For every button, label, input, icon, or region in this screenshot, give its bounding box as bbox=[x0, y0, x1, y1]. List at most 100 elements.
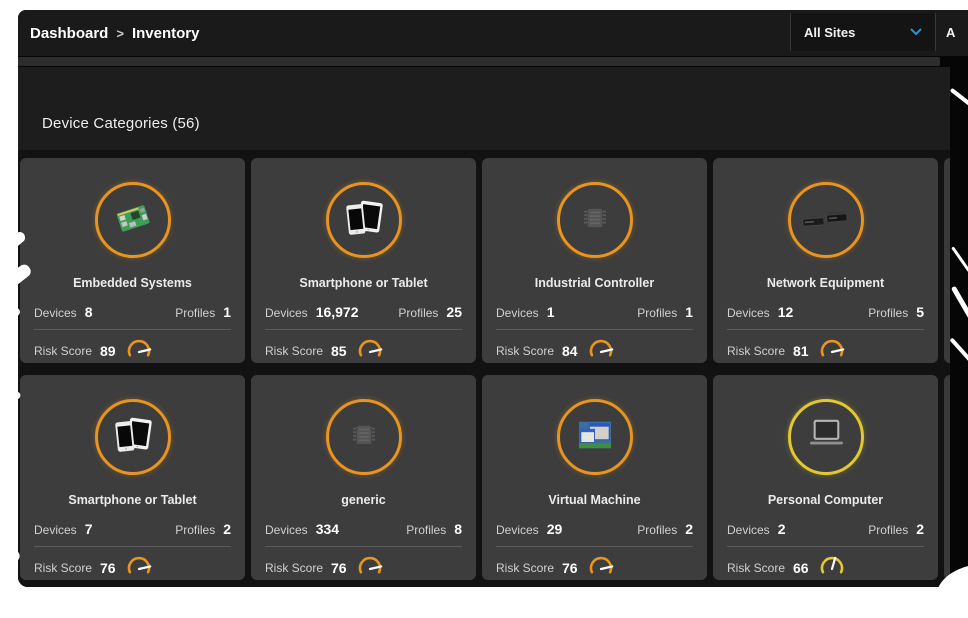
section-title: Device Categories (56) bbox=[42, 115, 200, 132]
risk-score-label: Risk Score bbox=[265, 344, 323, 358]
collapsed-panel-bar bbox=[18, 57, 940, 66]
breadcrumb-separator: > bbox=[116, 26, 124, 41]
risk-score-value: 76 bbox=[562, 560, 578, 576]
risk-score-value: 89 bbox=[100, 343, 116, 359]
device-category-card[interactable]: generic Devices 334 Profiles 8 Risk Scor… bbox=[251, 375, 476, 580]
site-selector-dropdown[interactable]: All Sites bbox=[790, 13, 936, 51]
breadcrumb-item-dashboard[interactable]: Dashboard bbox=[30, 25, 108, 42]
profiles-label: Profiles bbox=[406, 523, 446, 537]
card-stats: Devices 12 Profiles 5 bbox=[713, 304, 938, 320]
device-ring bbox=[326, 399, 402, 475]
card-stats: Devices 2 Profiles 2 bbox=[713, 521, 938, 537]
partial-card[interactable] bbox=[944, 375, 950, 580]
circuit-board-icon bbox=[111, 198, 155, 238]
card-divider bbox=[496, 329, 693, 330]
risk-gauge-icon bbox=[357, 555, 384, 580]
card-divider bbox=[265, 546, 462, 547]
risk-score-value: 85 bbox=[331, 343, 347, 359]
profiles-stat: Profiles 1 bbox=[175, 304, 231, 320]
devices-label: Devices bbox=[496, 523, 539, 537]
devices-stat: Devices 7 bbox=[34, 521, 92, 537]
risk-gauge-icon bbox=[588, 338, 615, 363]
top-bar: Dashboard > Inventory All Sites A bbox=[18, 10, 968, 56]
card-stats: Devices 8 Profiles 1 bbox=[20, 304, 245, 320]
card-title: Virtual Machine bbox=[482, 493, 707, 507]
partial-card[interactable] bbox=[944, 158, 950, 363]
virtual-machine-icon bbox=[574, 418, 616, 452]
partial-toolbar-control[interactable]: A bbox=[938, 13, 968, 51]
risk-score-row: Risk Score 89 bbox=[20, 338, 245, 363]
devices-stat: Devices 1 bbox=[496, 304, 554, 320]
device-category-card[interactable]: Network Equipment Devices 12 Profiles 5 … bbox=[713, 158, 938, 363]
devices-value: 1 bbox=[547, 304, 555, 320]
cards-row-1: Embedded Systems Devices 8 Profiles 1 Ri… bbox=[20, 158, 950, 363]
devices-stat: Devices 16,972 bbox=[265, 304, 359, 320]
device-ring bbox=[326, 182, 402, 258]
devices-value: 2 bbox=[778, 521, 786, 537]
smartphone-tablet-icon bbox=[342, 197, 386, 239]
profiles-value: 1 bbox=[685, 304, 693, 320]
devices-stat: Devices 8 bbox=[34, 304, 92, 320]
profiles-label: Profiles bbox=[175, 523, 215, 537]
devices-value: 16,972 bbox=[316, 304, 359, 320]
devices-value: 12 bbox=[778, 304, 794, 320]
profiles-value: 1 bbox=[223, 304, 231, 320]
devices-label: Devices bbox=[727, 523, 770, 537]
profiles-label: Profiles bbox=[868, 523, 908, 537]
risk-score-label: Risk Score bbox=[496, 344, 554, 358]
risk-score-row: Risk Score 85 bbox=[251, 338, 476, 363]
content-area: Device Categories (56) Embedded Systems … bbox=[18, 67, 950, 587]
profiles-label: Profiles bbox=[175, 306, 215, 320]
profiles-value: 2 bbox=[223, 521, 231, 537]
risk-score-value: 76 bbox=[100, 560, 116, 576]
profiles-stat: Profiles 8 bbox=[406, 521, 462, 537]
risk-gauge-icon bbox=[588, 555, 615, 580]
devices-value: 7 bbox=[85, 521, 93, 537]
card-stats: Devices 7 Profiles 2 bbox=[20, 521, 245, 537]
devices-label: Devices bbox=[265, 523, 308, 537]
breadcrumb-item-inventory[interactable]: Inventory bbox=[132, 25, 200, 42]
device-ring bbox=[788, 399, 864, 475]
risk-score-label: Risk Score bbox=[727, 344, 785, 358]
card-stats: Devices 334 Profiles 8 bbox=[251, 521, 476, 537]
risk-score-label: Risk Score bbox=[727, 561, 785, 575]
devices-stat: Devices 12 bbox=[727, 304, 793, 320]
cards-grid: Embedded Systems Devices 8 Profiles 1 Ri… bbox=[18, 150, 950, 587]
card-divider bbox=[727, 329, 924, 330]
risk-gauge-icon bbox=[126, 555, 153, 580]
risk-score-label: Risk Score bbox=[265, 561, 323, 575]
devices-value: 8 bbox=[85, 304, 93, 320]
device-category-card[interactable]: Personal Computer Devices 2 Profiles 2 R… bbox=[713, 375, 938, 580]
risk-score-value: 76 bbox=[331, 560, 347, 576]
device-ring bbox=[557, 399, 633, 475]
risk-score-value: 66 bbox=[793, 560, 809, 576]
profiles-stat: Profiles 2 bbox=[637, 521, 693, 537]
profiles-stat: Profiles 2 bbox=[175, 521, 231, 537]
device-category-card[interactable]: Virtual Machine Devices 29 Profiles 2 Ri… bbox=[482, 375, 707, 580]
card-divider bbox=[265, 329, 462, 330]
card-title: Industrial Controller bbox=[482, 276, 707, 290]
laptop-icon bbox=[804, 418, 848, 452]
card-divider bbox=[727, 546, 924, 547]
device-category-card[interactable]: Embedded Systems Devices 8 Profiles 1 Ri… bbox=[20, 158, 245, 363]
card-title: Embedded Systems bbox=[20, 276, 245, 290]
devices-label: Devices bbox=[727, 306, 770, 320]
card-divider bbox=[34, 329, 231, 330]
profiles-label: Profiles bbox=[398, 306, 438, 320]
profiles-value: 25 bbox=[446, 304, 462, 320]
risk-score-row: Risk Score 76 bbox=[251, 555, 476, 580]
risk-score-row: Risk Score 66 bbox=[713, 555, 938, 580]
device-category-card[interactable]: Industrial Controller Devices 1 Profiles… bbox=[482, 158, 707, 363]
device-category-card[interactable]: Smartphone or Tablet Devices 16,972 Prof… bbox=[251, 158, 476, 363]
card-title: Smartphone or Tablet bbox=[251, 276, 476, 290]
breadcrumb: Dashboard > Inventory bbox=[30, 10, 199, 56]
risk-score-value: 84 bbox=[562, 343, 578, 359]
risk-score-label: Risk Score bbox=[496, 561, 554, 575]
profiles-value: 8 bbox=[454, 521, 462, 537]
card-title: Smartphone or Tablet bbox=[20, 493, 245, 507]
device-ring bbox=[557, 182, 633, 258]
card-stats: Devices 1 Profiles 1 bbox=[482, 304, 707, 320]
device-category-card[interactable]: Smartphone or Tablet Devices 7 Profiles … bbox=[20, 375, 245, 580]
profiles-value: 5 bbox=[916, 304, 924, 320]
card-divider bbox=[496, 546, 693, 547]
